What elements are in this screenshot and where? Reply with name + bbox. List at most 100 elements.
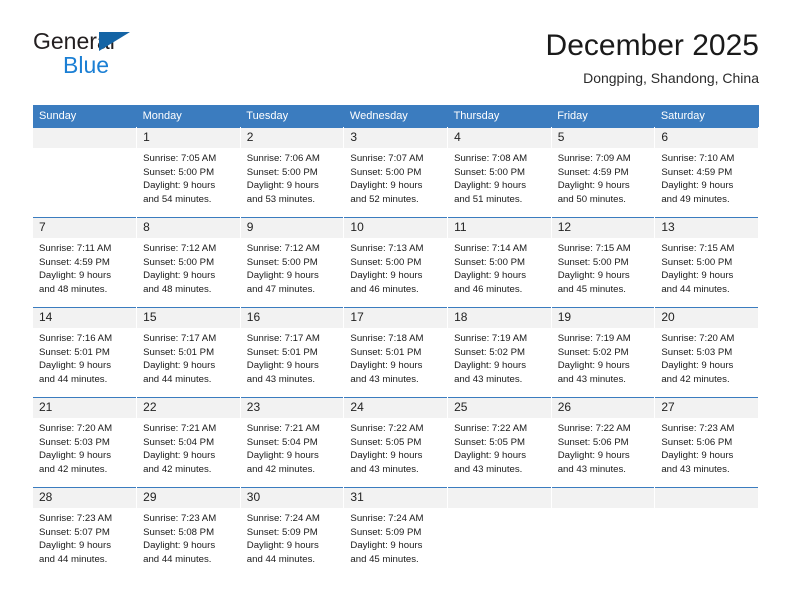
daylight-text-line2: and 43 minutes. [454,373,523,385]
daylight-text-line2: and 44 minutes. [143,553,212,565]
day-details: Sunrise: 7:22 AM Sunset: 5:05 PM Daylight:… [344,418,447,476]
calendar-day-cell[interactable]: 22 Sunrise: 7:21 AM Sunset: 5:04 PM Dayligh… [136,397,241,488]
triangle-icon [99,32,130,51]
day-number: 19 [551,308,655,328]
calendar-day-cell[interactable]: 9 Sunrise: 7:12 AM Sunset: 5:00 PM Daylight… [240,217,345,308]
calendar-day-cell[interactable]: 15 Sunrise: 7:17 AM Sunset: 5:01 PM Dayligh… [136,307,241,398]
day-number: 9 [240,218,344,238]
day-number: 3 [344,128,448,148]
calendar-day-cell[interactable]: 3 Sunrise: 7:07 AM Sunset: 5:00 PM Daylight… [343,127,449,218]
sunset-text: Sunset: 5:05 PM [350,436,422,448]
daylight-text-line2: and 46 minutes. [454,283,523,295]
daylight-text-line1: Daylight: 9 hours [454,360,527,372]
sunrise-text: Sunrise: 7:24 AM [246,513,320,524]
day-number: 24 [344,398,448,418]
calendar-day-cell[interactable]: 24 Sunrise: 7:22 AM Sunset: 5:05 PM Dayligh… [343,397,449,488]
weekday-header-saturday: Saturday [654,105,759,128]
daylight-text-line1: Daylight: 9 hours [454,450,527,462]
calendar-day-cell[interactable]: 26 Sunrise: 7:22 AM Sunset: 5:06 PM Dayligh… [551,397,656,488]
daylight-text-line1: Daylight: 9 hours [557,360,630,372]
calendar-day-cell[interactable]: 31 Sunrise: 7:24 AM Sunset: 5:09 PM Dayligh… [343,487,449,577]
calendar-day-cell[interactable]: 18 Sunrise: 7:19 AM Sunset: 5:02 PM Dayligh… [447,307,552,398]
sunset-text: Sunset: 5:01 PM [246,346,318,358]
sunrise-text: Sunrise: 7:15 AM [661,243,735,254]
daylight-text-line1: Daylight: 9 hours [350,180,423,192]
calendar-day-cell[interactable]: 1 Sunrise: 7:05 AM Sunset: 5:00 PM Daylight… [136,127,241,218]
calendar-day-cell[interactable]: 25 Sunrise: 7:22 AM Sunset: 5:05 PM Dayligh… [447,397,552,488]
sunset-text: Sunset: 5:09 PM [246,526,318,538]
calendar-day-cell[interactable]: 23 Sunrise: 7:21 AM Sunset: 5:04 PM Dayligh… [240,397,345,488]
sunrise-text: Sunrise: 7:24 AM [350,513,424,524]
day-number: 4 [448,128,551,148]
sunrise-text: Sunrise: 7:17 AM [143,333,217,344]
calendar-day-cell[interactable]: 11 Sunrise: 7:14 AM Sunset: 5:00 PM Dayligh… [447,217,552,308]
daylight-text-line1: Daylight: 9 hours [39,540,111,552]
day-details: Sunrise: 7:19 AM Sunset: 5:02 PM Daylight:… [448,328,551,386]
daylight-text-line1: Daylight: 9 hours [661,450,734,462]
sunrise-text: Sunrise: 7:09 AM [557,153,631,164]
calendar-day-cell[interactable]: 12 Sunrise: 7:15 AM Sunset: 5:00 PM Dayligh… [551,217,656,308]
sunrise-text: Sunrise: 7:06 AM [246,153,320,164]
day-details: Sunrise: 7:14 AM Sunset: 5:00 PM Daylight:… [448,238,551,296]
brand-name-bottom: Blue [63,52,110,78]
calendar-day-cell[interactable]: 20 Sunrise: 7:20 AM Sunset: 5:03 PM Dayligh… [654,307,759,398]
calendar-day-cell[interactable]: 6 Sunrise: 7:10 AM Sunset: 4:59 PM Daylight… [654,127,759,218]
calendar-table: Sunday Monday Tuesday Wednesday Thursday Frid… [33,105,759,577]
day-details: Sunrise: 7:23 AM Sunset: 5:08 PM Daylight:… [137,508,240,566]
sunrise-text: Sunrise: 7:12 AM [143,243,217,254]
brand-logo[interactable]: General Blue [33,28,273,88]
sunset-text: Sunset: 5:00 PM [661,256,733,268]
day-number: 17 [344,308,448,328]
calendar-day-cell[interactable]: 17 Sunrise: 7:18 AM Sunset: 5:01 PM Dayligh… [343,307,449,398]
day-number: 31 [344,488,448,508]
calendar-day-cell[interactable]: 29 Sunrise: 7:23 AM Sunset: 5:08 PM Dayligh… [136,487,241,577]
daylight-text-line2: and 42 minutes. [246,463,316,475]
calendar-day-cell[interactable]: 21 Sunrise: 7:20 AM Sunset: 5:03 PM Dayligh… [33,397,138,488]
sunset-text: Sunset: 5:03 PM [661,346,733,358]
daylight-text-line2: and 43 minutes. [246,373,316,385]
day-details: Sunrise: 7:21 AM Sunset: 5:04 PM Daylight:… [241,418,344,476]
daylight-text-line2: and 49 minutes. [661,193,730,205]
daylight-text-line1: Daylight: 9 hours [39,270,111,282]
sunrise-text: Sunrise: 7:22 AM [350,423,424,434]
calendar-day-cell[interactable]: 7 Sunrise: 7:11 AM Sunset: 4:59 PM Daylight… [33,217,138,308]
day-details: Sunrise: 7:10 AM Sunset: 4:59 PM Daylight:… [655,148,758,206]
sunset-text: Sunset: 5:04 PM [143,436,215,448]
day-details: Sunrise: 7:24 AM Sunset: 5:09 PM Daylight:… [344,508,447,566]
day-number: 6 [655,128,758,148]
calendar-day-cell[interactable]: 28 Sunrise: 7:23 AM Sunset: 5:07 PM Dayligh… [33,487,138,577]
day-details: Sunrise: 7:22 AM Sunset: 5:06 PM Daylight:… [552,418,655,476]
calendar-day-cell[interactable]: 10 Sunrise: 7:13 AM Sunset: 5:00 PM Dayligh… [343,217,449,308]
sunset-text: Sunset: 5:00 PM [143,166,215,178]
calendar-day-cell[interactable]: 30 Sunrise: 7:24 AM Sunset: 5:09 PM Dayligh… [240,487,345,577]
daylight-text-line1: Daylight: 9 hours [143,180,216,192]
daylight-text-line2: and 43 minutes. [350,463,419,475]
calendar-day-cell[interactable]: 16 Sunrise: 7:17 AM Sunset: 5:01 PM Dayligh… [240,307,345,398]
day-number: 15 [137,308,240,328]
daylight-text-line1: Daylight: 9 hours [143,270,216,282]
day-number [655,488,758,508]
daylight-text-line2: and 43 minutes. [661,463,730,475]
daylight-text-line2: and 45 minutes. [557,283,626,295]
calendar-day-cell[interactable]: 13 Sunrise: 7:15 AM Sunset: 5:00 PM Dayligh… [654,217,759,308]
day-number: 2 [240,128,344,148]
daylight-text-line2: and 44 minutes. [661,283,730,295]
day-number: 11 [448,218,551,238]
calendar-day-cell[interactable]: 2 Sunrise: 7:06 AM Sunset: 5:00 PM Daylight… [240,127,345,218]
day-details: Sunrise: 7:20 AM Sunset: 5:03 PM Daylight:… [655,328,758,386]
day-details: Sunrise: 7:21 AM Sunset: 5:04 PM Daylight:… [137,418,240,476]
page-title: December 2025 [545,29,759,62]
calendar-day-cell[interactable]: 5 Sunrise: 7:09 AM Sunset: 4:59 PM Daylight… [551,127,656,218]
calendar-day-cell[interactable]: 14 Sunrise: 7:16 AM Sunset: 5:01 PM Dayligh… [33,307,138,398]
calendar-day-cell[interactable]: 19 Sunrise: 7:19 AM Sunset: 5:02 PM Dayligh… [551,307,656,398]
calendar-cell-empty [654,487,759,577]
calendar-day-cell[interactable]: 8 Sunrise: 7:12 AM Sunset: 5:00 PM Daylight… [136,217,241,308]
calendar-day-cell[interactable]: 4 Sunrise: 7:08 AM Sunset: 5:00 PM Daylight… [447,127,552,218]
sunset-text: Sunset: 5:06 PM [557,436,629,448]
day-number [551,488,655,508]
day-number: 5 [551,128,655,148]
daylight-text-line2: and 43 minutes. [557,373,626,385]
sunrise-text: Sunrise: 7:23 AM [39,513,113,524]
calendar-day-cell[interactable]: 27 Sunrise: 7:23 AM Sunset: 5:06 PM Dayligh… [654,397,759,488]
day-details: Sunrise: 7:12 AM Sunset: 5:00 PM Daylight:… [241,238,344,296]
